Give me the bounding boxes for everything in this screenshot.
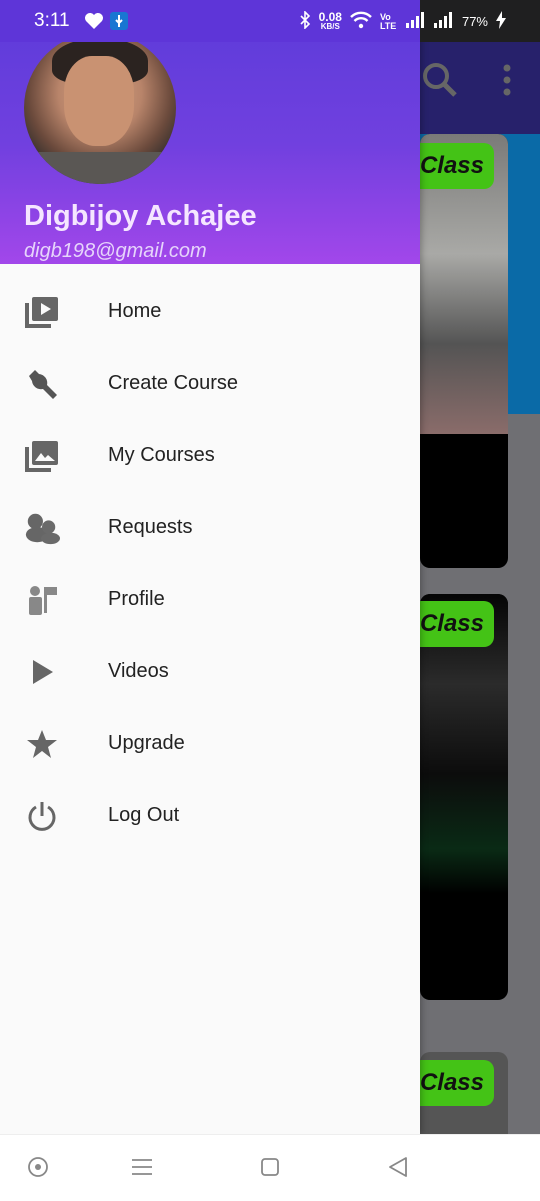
menu-item-create-course[interactable]: Create Course <box>0 348 420 420</box>
charging-icon <box>496 11 506 32</box>
star-icon <box>24 726 60 762</box>
menu-item-label: Videos <box>108 660 169 682</box>
more-vert-icon[interactable] <box>502 62 512 103</box>
play-icon <box>24 654 60 690</box>
menu-item-log-out[interactable]: Log Out <box>0 780 420 852</box>
course-card[interactable] <box>420 594 508 1000</box>
wifi-icon <box>350 11 372 32</box>
photo-library-icon <box>24 438 60 474</box>
menu-item-label: Log Out <box>108 804 180 826</box>
video-library-icon <box>24 294 60 330</box>
usb-icon <box>110 12 128 30</box>
power-icon <box>24 798 60 834</box>
assistant-button[interactable] <box>26 1155 50 1179</box>
wrench-icon <box>24 366 60 402</box>
net-unit: KB/S <box>320 21 340 31</box>
menu-item-label: Upgrade <box>108 732 185 754</box>
menu-item-home[interactable]: Home <box>0 276 420 348</box>
menu-button[interactable] <box>130 1155 154 1179</box>
menu-item-label: Home <box>108 300 162 322</box>
bluetooth-icon <box>299 10 311 32</box>
menu-item-requests[interactable]: Requests <box>0 492 420 564</box>
course-card[interactable] <box>420 134 508 568</box>
person-flag-icon <box>24 582 60 618</box>
status-right-group: 0.08 KB/S Vo LTE 77% <box>299 9 506 32</box>
menu-item-label: Requests <box>108 516 193 538</box>
menu-item-label: My Courses <box>108 444 215 466</box>
signal-icon <box>405 12 426 31</box>
heart-icon <box>84 12 104 35</box>
people-icon <box>24 510 60 546</box>
net-speed: 0.08 <box>318 9 342 24</box>
battery-level: 77% <box>461 14 488 29</box>
menu-item-my-courses[interactable]: My Courses <box>0 420 420 492</box>
menu-item-videos[interactable]: Videos <box>0 636 420 708</box>
back-button[interactable] <box>386 1155 410 1179</box>
status-time: 3:11 <box>34 10 70 31</box>
drawer-menu: Home Create Course My Courses Requests P… <box>0 276 420 852</box>
avatar[interactable] <box>24 32 176 184</box>
menu-item-label: Profile <box>108 588 165 610</box>
menu-item-label: Create Course <box>108 372 239 394</box>
status-bar: 3:11 0.08 KB/S Vo LTE 77% <box>0 0 540 42</box>
user-email: digb198@gmail.com <box>24 240 207 262</box>
search-icon[interactable] <box>422 62 458 103</box>
user-name: Digbijoy Achajee <box>24 200 257 232</box>
menu-item-upgrade[interactable]: Upgrade <box>0 708 420 780</box>
signal-icon <box>433 12 454 31</box>
system-nav-bar <box>0 1134 540 1201</box>
navigation-drawer: Digbijoy Achajee digb198@gmail.com Home … <box>0 0 420 1134</box>
volte-label: Vo LTE <box>379 11 397 31</box>
menu-item-profile[interactable]: Profile <box>0 564 420 636</box>
home-button[interactable] <box>258 1155 282 1179</box>
